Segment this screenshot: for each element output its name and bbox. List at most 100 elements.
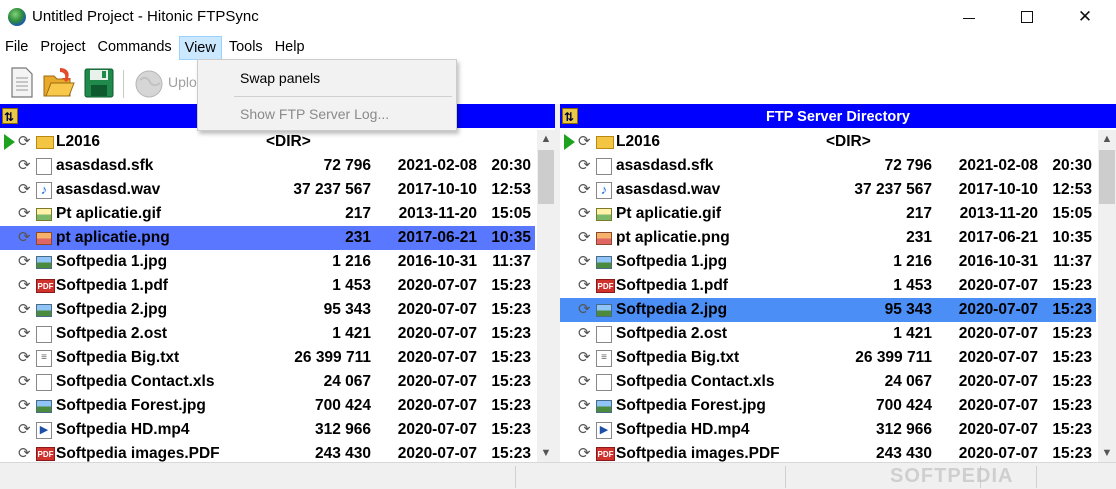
close-button[interactable]: ✕	[1062, 0, 1108, 34]
sync-status-icon: ⟳	[578, 301, 591, 318]
scroll-thumb[interactable]	[1099, 150, 1115, 204]
sync-status-icon: ⟳	[578, 397, 591, 414]
file-name: Softpedia Contact.xls	[616, 373, 775, 390]
scroll-down-icon[interactable]: ▼	[537, 444, 555, 462]
file-row[interactable]: ⟳ ▶ Softpedia HD.mp4 312 966 2020-07-07 15:23	[560, 418, 1096, 442]
file-row[interactable]: ⟳ Softpedia Forest.jpg 700 424 2020-07-07 15…	[560, 394, 1096, 418]
open-folder-icon	[43, 68, 75, 97]
file-row[interactable]: ⟳ asasdasd.sfk 72 796 2021-02-08 20:30	[560, 154, 1096, 178]
file-name: Softpedia 2.jpg	[56, 301, 168, 318]
file-row[interactable]: ⟳ Softpedia 2.jpg 95 343 2020-07-07 15:23	[560, 298, 1096, 322]
file-size: 312 966	[875, 421, 932, 438]
file-row[interactable]: ⟳ pt aplicatie.png 231 2017-06-21 10:35	[0, 226, 535, 250]
file-name: Softpedia Big.txt	[616, 349, 740, 366]
file-date: 2020-07-07	[958, 421, 1038, 438]
file-name: Softpedia 1.pdf	[616, 277, 728, 294]
file-time: 15:23	[1052, 325, 1092, 342]
file-size: 37 237 567	[293, 181, 371, 198]
sync-status-icon: ⟳	[18, 253, 31, 270]
file-row[interactable]: ⟳ PDF Softpedia 1.pdf 1 453 2020-07-07 15:23	[0, 274, 535, 298]
upload-button[interactable]	[132, 66, 166, 100]
file-date: 2013-11-20	[959, 205, 1038, 222]
file-date: 2020-07-07	[397, 325, 477, 342]
menu-tools[interactable]: Tools	[224, 36, 268, 60]
file-date: 2013-11-20	[398, 205, 477, 222]
file-name: pt aplicatie.png	[56, 229, 170, 246]
save-project-button[interactable]	[82, 66, 116, 100]
scroll-up-icon[interactable]: ▲	[537, 130, 555, 148]
status-cell	[515, 466, 555, 488]
local-scrollbar[interactable]: ▲ ▼	[537, 130, 555, 462]
file-row[interactable]: ⟳ Pt aplicatie.gif 217 2013-11-20 15:05	[0, 202, 535, 226]
file-name: Pt aplicatie.gif	[616, 205, 722, 222]
file-date: 2017-06-21	[958, 229, 1038, 246]
file-row[interactable]: ⟳ asasdasd.sfk 72 796 2021-02-08 20:30	[0, 154, 535, 178]
sync-status-icon: ⟳	[578, 325, 591, 342]
sync-folder-icon[interactable]	[562, 104, 578, 130]
file-row[interactable]: ⟳ ▶ Softpedia HD.mp4 312 966 2020-07-07 15:23	[0, 418, 535, 442]
file-row[interactable]: ⟳ Pt aplicatie.gif 217 2013-11-20 15:05	[560, 202, 1096, 226]
menu-bar: File Project Commands View Tools Help	[0, 36, 1116, 60]
maximize-button[interactable]	[1004, 0, 1050, 34]
file-row[interactable]: ⟳ Softpedia 1.jpg 1 216 2016-10-31 11:37	[560, 250, 1096, 274]
expand-arrow-icon[interactable]	[4, 134, 15, 150]
file-row[interactable]: ⟳ Softpedia 2.ost 1 421 2020-07-07 15:23	[560, 322, 1096, 346]
file-time: 15:23	[491, 373, 531, 390]
file-date: 2020-07-07	[397, 301, 477, 318]
upload-label: Uplo	[168, 74, 197, 90]
scroll-up-icon[interactable]: ▲	[1098, 130, 1116, 148]
sync-status-icon: ⟳	[578, 421, 591, 438]
file-time: 10:35	[1052, 229, 1092, 246]
jpg-image-icon	[36, 256, 52, 269]
file-time: 15:23	[491, 349, 531, 366]
folder-row[interactable]: ⟳ L2016 <DIR>	[560, 130, 1096, 154]
file-size: 37 237 567	[854, 181, 932, 198]
file-row[interactable]: ⟳ ♪ asasdasd.wav 37 237 567 2017-10-10 12:53	[560, 178, 1096, 202]
open-project-button[interactable]	[42, 66, 76, 100]
sync-status-icon: ⟳	[578, 373, 591, 390]
file-row[interactable]: ⟳ ♪ asasdasd.wav 37 237 567 2017-10-10 12:53	[0, 178, 535, 202]
file-time: 15:23	[491, 301, 531, 318]
file-name: Softpedia Big.txt	[56, 349, 180, 366]
file-size: 1 216	[893, 253, 932, 270]
new-project-button[interactable]	[6, 66, 40, 100]
file-row[interactable]: ⟳ PDF Softpedia 1.pdf 1 453 2020-07-07 15:23	[560, 274, 1096, 298]
file-date: 2020-07-07	[397, 373, 477, 390]
close-icon: ✕	[1077, 7, 1093, 26]
dir-marker: <DIR>	[826, 133, 871, 150]
file-row[interactable]: ⟳ Softpedia Contact.xls 24 067 2020-07-07 15…	[560, 370, 1096, 394]
menu-file[interactable]: File	[0, 36, 33, 60]
scroll-down-icon[interactable]: ▼	[1098, 444, 1116, 462]
gif-image-icon	[36, 208, 52, 221]
file-row[interactable]: ⟳ pt aplicatie.png 231 2017-06-21 10:35	[560, 226, 1096, 250]
file-row[interactable]: ⟳ Softpedia Forest.jpg 700 424 2020-07-07 15…	[0, 394, 535, 418]
swap-panels-menu-item[interactable]: Swap panels	[198, 70, 456, 86]
minimize-button[interactable]	[946, 0, 992, 34]
scroll-thumb[interactable]	[538, 150, 554, 204]
file-size: 1 421	[893, 325, 932, 342]
file-size: 24 067	[323, 373, 371, 390]
file-row[interactable]: ⟳ Softpedia 2.ost 1 421 2020-07-07 15:23	[0, 322, 535, 346]
file-date: 2020-07-07	[958, 397, 1038, 414]
file-row[interactable]: ⟳ ≡ Softpedia Big.txt 26 399 711 2020-07-07 1…	[560, 346, 1096, 370]
file-row[interactable]: ⟳ ≡ Softpedia Big.txt 26 399 711 2020-07-07 1…	[0, 346, 535, 370]
menu-help[interactable]: Help	[270, 36, 310, 60]
folder-row[interactable]: ⟳ L2016 <DIR>	[0, 130, 535, 154]
menu-commands[interactable]: Commands	[93, 36, 177, 60]
file-row[interactable]: ⟳ Softpedia Contact.xls 24 067 2020-07-07 15…	[0, 370, 535, 394]
file-time: 15:05	[491, 205, 531, 222]
ftp-scrollbar[interactable]: ▲ ▼	[1098, 130, 1116, 462]
file-time: 11:37	[492, 253, 531, 270]
expand-arrow-icon[interactable]	[564, 134, 575, 150]
menu-view[interactable]: View	[178, 36, 222, 60]
file-time: 12:53	[491, 181, 531, 198]
menu-project[interactable]: Project	[35, 36, 90, 60]
sync-folder-icon[interactable]	[2, 104, 18, 130]
file-date: 2017-10-10	[397, 181, 477, 198]
sync-status-icon: ⟳	[578, 277, 591, 294]
watermark: SOFTPEDIA	[890, 465, 1014, 487]
sync-status-icon: ⟳	[578, 349, 591, 366]
file-row[interactable]: ⟳ Softpedia 1.jpg 1 216 2016-10-31 11:37	[0, 250, 535, 274]
file-name: Softpedia 1.jpg	[56, 253, 168, 270]
file-row[interactable]: ⟳ Softpedia 2.jpg 95 343 2020-07-07 15:23	[0, 298, 535, 322]
